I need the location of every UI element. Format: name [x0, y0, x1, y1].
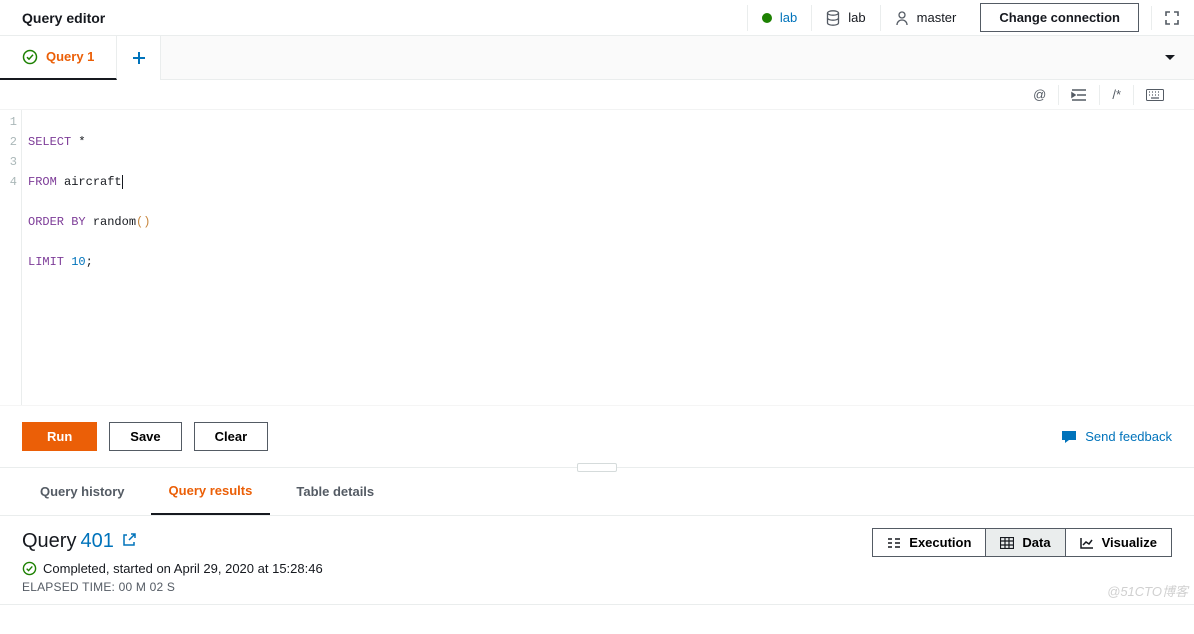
- resize-handle[interactable]: [577, 463, 617, 472]
- line-number: 4: [0, 172, 21, 192]
- header-bar: Query editor lab lab master Change conne…: [0, 0, 1194, 36]
- database-icon: [826, 10, 840, 26]
- elapsed-time: ELAPSED TIME: 00 m 02 s: [22, 580, 1172, 594]
- add-tab-button[interactable]: [117, 36, 161, 80]
- editor-toolbar: @ /*: [0, 80, 1194, 110]
- connection-cluster-label: lab: [780, 10, 797, 25]
- external-link-icon[interactable]: [122, 530, 136, 553]
- connection-database: lab: [811, 5, 879, 31]
- execution-button[interactable]: Execution: [872, 528, 986, 557]
- change-connection-button[interactable]: Change connection: [980, 3, 1139, 32]
- at-sign-button[interactable]: @: [1021, 85, 1058, 105]
- run-button[interactable]: Run: [22, 422, 97, 451]
- query-tabs: Query 1: [0, 36, 1194, 80]
- tab-query-history[interactable]: Query history: [22, 468, 143, 515]
- tab-label: Query 1: [46, 49, 94, 64]
- connection-status: lab: [747, 5, 811, 31]
- divider: [1151, 6, 1152, 30]
- line-gutter: 1 2 3 4: [0, 110, 22, 405]
- connection-user-label: master: [917, 10, 957, 25]
- visualize-button[interactable]: Visualize: [1065, 528, 1172, 557]
- code-editor[interactable]: 1 2 3 4 SELECT * FROM aircraft ORDER BY …: [0, 110, 1194, 406]
- editor-controls: Run Save Clear Send feedback: [0, 406, 1194, 468]
- tab-query-results[interactable]: Query results: [151, 468, 271, 515]
- tab-query-1[interactable]: Query 1: [0, 36, 117, 80]
- comment-button[interactable]: /*: [1099, 85, 1133, 105]
- status-row: Completed, started on April 29, 2020 at …: [22, 561, 1172, 576]
- feedback-icon: [1061, 430, 1077, 444]
- line-number: 3: [0, 152, 21, 172]
- line-number: 1: [0, 112, 21, 132]
- keyboard-button[interactable]: [1133, 85, 1176, 105]
- send-feedback-link[interactable]: Send feedback: [1061, 429, 1172, 444]
- clear-button[interactable]: Clear: [194, 422, 269, 451]
- execution-icon: [887, 537, 901, 549]
- line-number: 2: [0, 132, 21, 152]
- user-icon: [895, 10, 909, 26]
- code-content[interactable]: SELECT * FROM aircraft ORDER BY random()…: [22, 110, 156, 405]
- tab-table-details[interactable]: Table details: [278, 468, 392, 515]
- status-dot-icon: [762, 13, 772, 23]
- result-tabs: Query history Query results Table detail…: [0, 468, 1194, 516]
- fullscreen-icon[interactable]: [1164, 10, 1180, 26]
- result-view-buttons: Execution Data Visualize: [873, 528, 1172, 557]
- page-title: Query editor: [22, 10, 105, 26]
- query-id-link[interactable]: 401: [80, 530, 113, 553]
- check-circle-icon: [22, 49, 38, 65]
- indent-button[interactable]: [1058, 85, 1099, 105]
- tabs-menu-button[interactable]: [1146, 50, 1194, 65]
- chart-icon: [1080, 537, 1094, 549]
- check-circle-icon: [22, 561, 37, 576]
- save-button[interactable]: Save: [109, 422, 181, 451]
- watermark: @51CTO博客: [1107, 581, 1188, 600]
- status-text: Completed, started on April 29, 2020 at …: [43, 561, 323, 576]
- connection-database-label: lab: [848, 10, 865, 25]
- connection-user: master: [880, 5, 971, 31]
- data-button[interactable]: Data: [985, 528, 1065, 557]
- grid-icon: [1000, 537, 1014, 549]
- text-cursor: [122, 175, 123, 189]
- result-body: Query 401 Completed, started on April 29…: [0, 516, 1194, 604]
